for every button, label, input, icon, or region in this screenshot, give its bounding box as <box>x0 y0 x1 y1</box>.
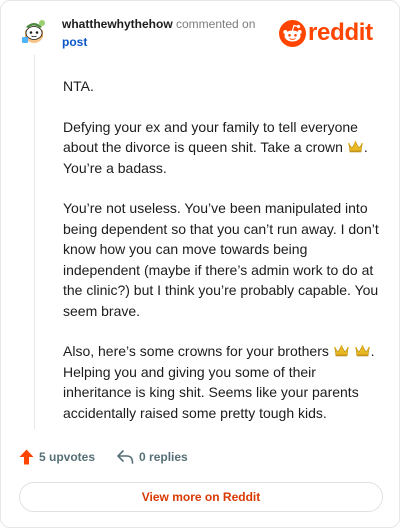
thread-line[interactable] <box>34 55 35 429</box>
post-link[interactable]: post <box>62 34 255 50</box>
commented-on-text: commented on <box>172 17 256 31</box>
comment-header: whatthewhythehow commented on post reddi… <box>1 1 399 57</box>
upvote-button[interactable]: 5 upvotes <box>19 449 95 465</box>
paragraph-text: Defying your ex and your family to tell … <box>63 118 358 156</box>
comment-embed-card: whatthewhythehow commented on post reddi… <box>0 0 400 528</box>
upvote-count: 5 upvotes <box>39 450 96 464</box>
reply-arrow-icon <box>117 450 134 464</box>
crown-emoji-icon <box>354 345 370 357</box>
comment-actions: 5 upvotes 0 replies <box>19 447 188 467</box>
comment-body: NTA. Defying your ex and your family to … <box>63 76 381 443</box>
replies-count: 0 replies <box>139 450 188 464</box>
comment-paragraph: Also, here’s some crowns for your brothe… <box>63 341 381 423</box>
comment-meta: whatthewhythehow commented on post <box>62 16 255 50</box>
reddit-wordmark: reddit <box>308 19 373 46</box>
replies-button[interactable]: 0 replies <box>117 450 188 464</box>
comment-paragraph: You’re not useless. You’ve been manipula… <box>63 200 379 319</box>
reddit-brand[interactable]: reddit <box>279 19 373 47</box>
paragraph-text: Also, here’s some crowns for your brothe… <box>63 343 333 359</box>
upvote-arrow-icon <box>19 449 34 465</box>
view-more-on-reddit-button[interactable]: View more on Reddit <box>19 482 383 512</box>
snoo-avatar-icon[interactable] <box>19 15 49 45</box>
reddit-logo-icon <box>279 19 306 47</box>
comment-paragraph: Defying your ex and your family to tell … <box>63 117 381 179</box>
comment-paragraph: NTA. <box>63 78 94 94</box>
crown-emoji-icon <box>333 345 349 357</box>
crown-emoji-icon <box>347 141 363 153</box>
username-link[interactable]: whatthewhythehow <box>62 17 173 31</box>
